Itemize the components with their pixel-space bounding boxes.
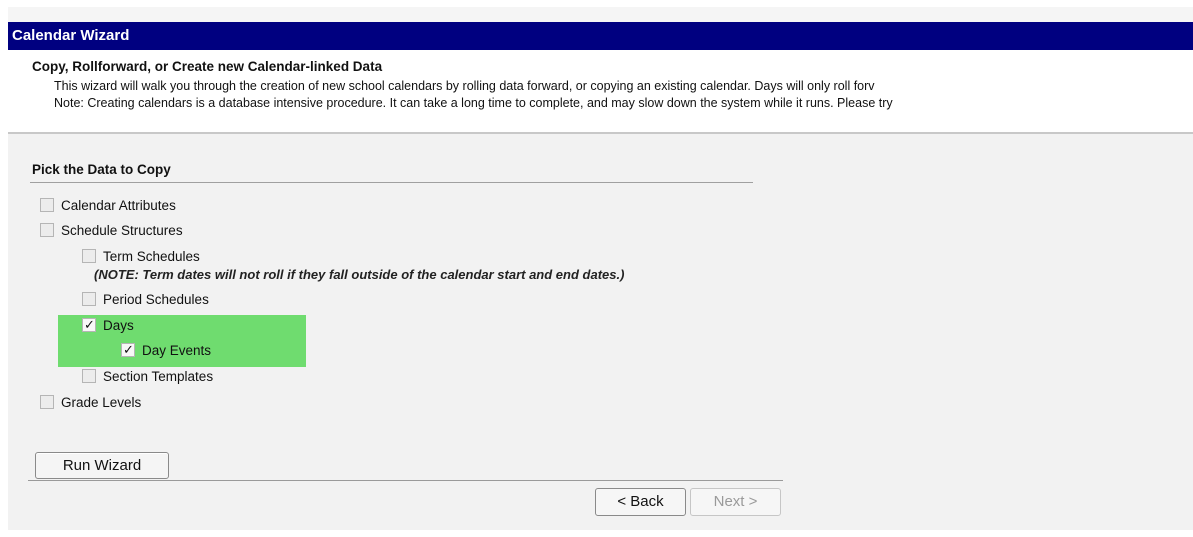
wizard-description: This wizard will walk you through the cr… bbox=[54, 79, 875, 93]
schedule-structures-checkbox[interactable] bbox=[40, 223, 54, 237]
term-schedules-label: Term Schedules bbox=[103, 249, 200, 264]
title-bar: Calendar Wizard bbox=[8, 22, 1193, 50]
days-label: Days bbox=[103, 318, 134, 333]
back-button[interactable]: < Back bbox=[595, 488, 686, 516]
section-title: Pick the Data to Copy bbox=[32, 162, 171, 177]
run-wizard-button[interactable]: Run Wizard bbox=[35, 452, 169, 479]
schedule-structures-label: Schedule Structures bbox=[61, 223, 183, 238]
day-events-checkbox[interactable]: ✓ bbox=[121, 342, 135, 357]
term-schedules-checkbox[interactable] bbox=[82, 249, 96, 263]
term-schedules-note: (NOTE: Term dates will not roll if they … bbox=[94, 267, 625, 282]
check-icon: ✓ bbox=[84, 317, 95, 332]
grade-levels-checkbox[interactable] bbox=[40, 395, 54, 409]
section-templates-label: Section Templates bbox=[103, 369, 214, 384]
section-templates-checkbox[interactable] bbox=[82, 369, 96, 383]
grade-levels-label: Grade Levels bbox=[61, 395, 142, 410]
calendar-wizard-page: Calendar Wizard Copy, Rollforward, or Cr… bbox=[8, 7, 1193, 530]
period-schedules-label: Period Schedules bbox=[103, 292, 209, 307]
day-events-label: Day Events bbox=[142, 343, 212, 358]
top-strip bbox=[8, 7, 1193, 22]
footer-divider bbox=[28, 480, 783, 481]
section-divider bbox=[30, 182, 753, 183]
calendar-attributes-label: Calendar Attributes bbox=[61, 198, 176, 213]
next-button[interactable]: Next > bbox=[690, 488, 781, 516]
wizard-header: Copy, Rollforward, or Create new Calenda… bbox=[8, 50, 1193, 134]
period-schedules-checkbox[interactable] bbox=[82, 292, 96, 306]
calendar-attributes-checkbox[interactable] bbox=[40, 198, 54, 212]
wizard-subtitle: Copy, Rollforward, or Create new Calenda… bbox=[32, 59, 383, 74]
days-checkbox[interactable]: ✓ bbox=[82, 317, 96, 332]
check-icon: ✓ bbox=[123, 342, 134, 357]
wizard-note: Note: Creating calendars is a database i… bbox=[54, 96, 893, 110]
